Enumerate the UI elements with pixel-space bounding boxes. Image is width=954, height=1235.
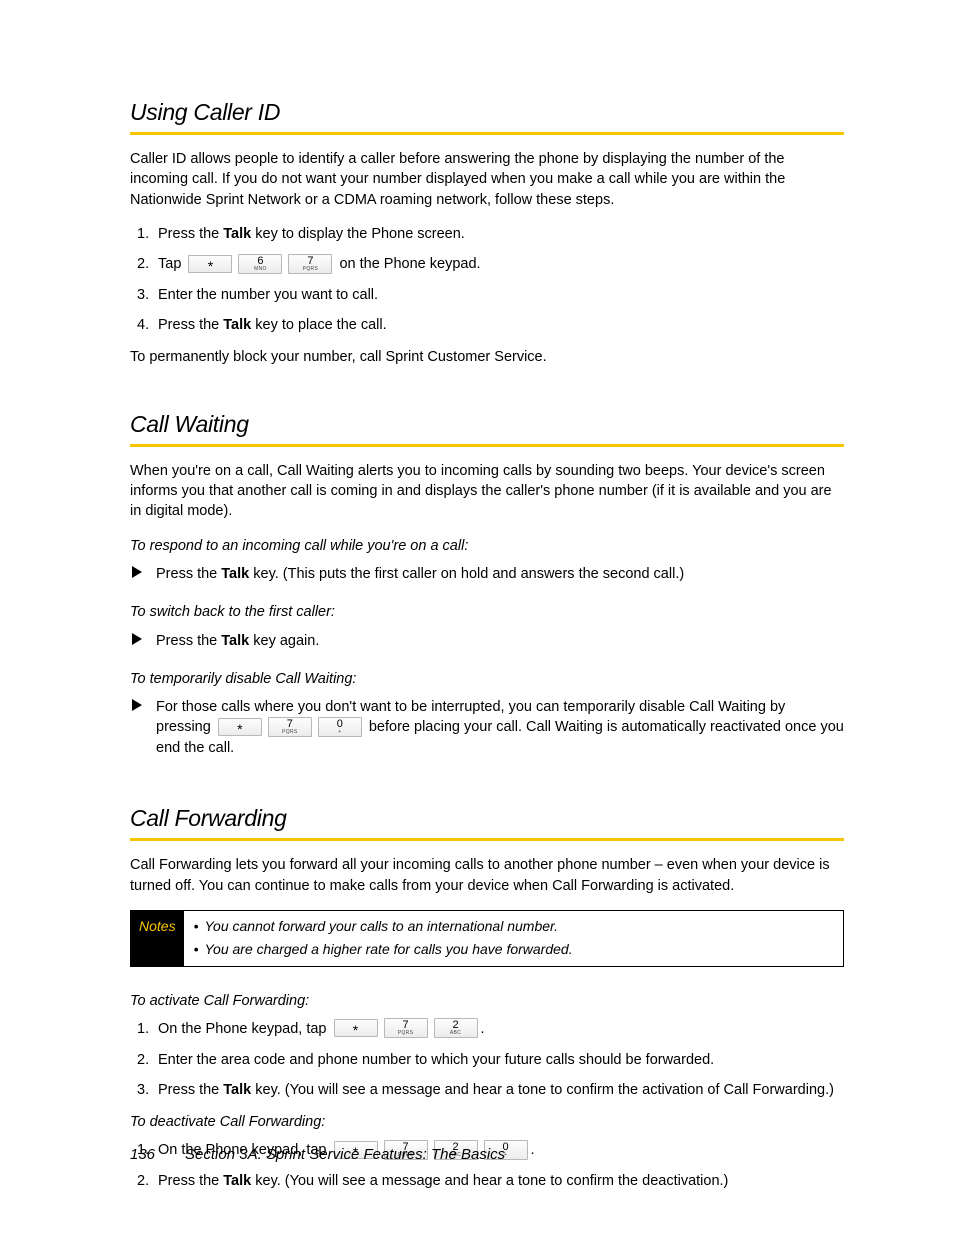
divider [130, 444, 844, 447]
key-name: Talk [221, 633, 249, 649]
step-number: 2. [137, 1050, 149, 1070]
divider [130, 838, 844, 841]
step-text: Press the [158, 226, 223, 242]
arrow-icon [132, 566, 142, 578]
sub-heading: To respond to an incoming call while you… [130, 536, 844, 556]
note-text: You cannot forward your calls to an inte… [204, 917, 558, 937]
arrow-list-item: For those calls where you don't want to … [130, 697, 844, 758]
step-text: key again. [249, 633, 319, 649]
divider [130, 132, 844, 135]
step-text: key. (You will see a message and hear a … [251, 1082, 834, 1098]
steps-list: 1. On the Phone keypad, tap *7PQRS2ABC. … [130, 1019, 844, 1100]
step-number: 3. [137, 285, 149, 305]
body-text: Caller ID allows people to identify a ca… [130, 149, 844, 210]
body-text: To permanently block your number, call S… [130, 347, 844, 367]
step-text: . [531, 1142, 535, 1158]
key-name: Talk [221, 566, 249, 582]
body-text: When you're on a call, Call Waiting aler… [130, 461, 844, 522]
step-text: key. (You will see a message and hear a … [251, 1173, 728, 1189]
notes-box: Notes •You cannot forward your calls to … [130, 910, 844, 967]
arrow-icon [132, 633, 142, 645]
step-text: Press the [156, 633, 221, 649]
step-text: Press the [158, 1173, 223, 1189]
heading-call-waiting: Call Waiting [130, 408, 844, 440]
list-item: 2. Tap * 6MNO 7PQRS on the Phone keypad. [130, 254, 844, 274]
step-text: Press the [156, 566, 221, 582]
sub-heading: To temporarily disable Call Waiting: [130, 669, 844, 689]
list-item: 2. Enter the area code and phone number … [130, 1050, 844, 1070]
key-name: Talk [223, 226, 251, 242]
keypad-2-icon: 2ABC [434, 1018, 478, 1038]
heading-using-caller-id: Using Caller ID [130, 96, 844, 128]
arrow-list-item: Press the Talk key again. [130, 631, 844, 651]
keypad-star-icon: * [218, 718, 262, 736]
arrow-list-item: Press the Talk key. (This puts the first… [130, 564, 844, 584]
step-text: Tap [158, 256, 185, 272]
step-text: key to place the call. [251, 317, 386, 333]
step-number: 4. [137, 315, 149, 335]
page-number: 136 [130, 1146, 155, 1163]
list-item: 2. Press the Talk key. (You will see a m… [130, 1171, 844, 1191]
step-text: Press the [158, 317, 223, 333]
keypad-7-icon: 7PQRS [288, 254, 332, 274]
step-number: 1. [137, 1019, 149, 1039]
notes-label: Notes [131, 911, 184, 966]
arrow-icon [132, 699, 142, 711]
sub-heading: To activate Call Forwarding: [130, 991, 844, 1011]
step-text: key to display the Phone screen. [251, 226, 465, 242]
list-item: 4. Press the Talk key to place the call. [130, 315, 844, 335]
keypad-star-icon: * [334, 1019, 378, 1037]
step-number: 2. [137, 254, 149, 274]
key-name: Talk [223, 1082, 251, 1098]
key-name: Talk [223, 1173, 251, 1189]
body-text: Call Forwarding lets you forward all you… [130, 855, 844, 896]
sub-heading: To switch back to the first caller: [130, 602, 844, 622]
page-footer: 136 Section 3A. Sprint Service Features: … [130, 1144, 505, 1165]
document-page: Using Caller ID Caller ID allows people … [0, 0, 954, 1235]
notes-content: •You cannot forward your calls to an int… [184, 911, 843, 966]
step-number: 2. [137, 1171, 149, 1191]
sub-heading: To deactivate Call Forwarding: [130, 1112, 844, 1132]
step-number: 3. [137, 1080, 149, 1100]
heading-call-forwarding: Call Forwarding [130, 802, 844, 834]
footer-title: Section 3A. Sprint Service Features: The… [185, 1146, 505, 1163]
note-text: You are charged a higher rate for calls … [204, 940, 572, 960]
keypad-6-icon: 6MNO [238, 254, 282, 274]
step-number: 1. [137, 224, 149, 244]
keypad-0-icon: 0+ [318, 717, 362, 737]
step-text: Enter the number you want to call. [158, 287, 378, 303]
step-text: On the Phone keypad, tap [158, 1021, 331, 1037]
list-item: 1. Press the Talk key to display the Pho… [130, 224, 844, 244]
list-item: 1. On the Phone keypad, tap * 7PQRS 2ABC. [130, 1019, 844, 1039]
keypad-7-icon: 7PQRS [268, 717, 312, 737]
step-text: on the Phone keypad. [335, 256, 480, 272]
step-text: Press the [158, 1082, 223, 1098]
step-text: Enter the area code and phone number to … [158, 1052, 714, 1068]
steps-list: 1. Press the Talk key to display the Pho… [130, 224, 844, 335]
step-text: key. (This puts the first caller on hold… [249, 566, 684, 582]
key-name: Talk [223, 317, 251, 333]
list-item: 3. Press the Talk key. (You will see a m… [130, 1080, 844, 1100]
keypad-star-icon: * [188, 255, 232, 273]
step-text: . [481, 1021, 485, 1037]
keypad-7-icon: 7PQRS [384, 1018, 428, 1038]
list-item: 3. Enter the number you want to call. [130, 285, 844, 305]
